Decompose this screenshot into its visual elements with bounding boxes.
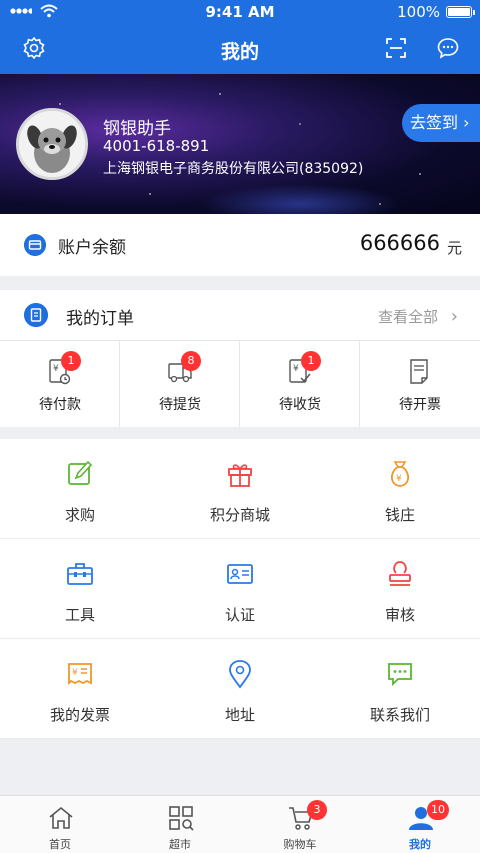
svg-text:¥: ¥: [293, 364, 299, 374]
order-doc-icon: [24, 303, 48, 327]
service-points-mall[interactable]: 积分商城: [160, 439, 320, 539]
balance-amount: 666666: [359, 231, 440, 255]
service-purchase-request[interactable]: 求购: [0, 439, 160, 539]
order-badge: 1: [301, 351, 321, 371]
service-contact-us[interactable]: 联系我们: [320, 639, 480, 739]
balance-unit: 元: [446, 239, 462, 257]
invoice-yen-icon: ¥: [68, 663, 92, 686]
service-label: 积分商城: [209, 506, 270, 524]
svg-text:¥: ¥: [72, 668, 78, 678]
balance-label: 账户余额: [58, 238, 126, 258]
avatar[interactable]: [16, 108, 88, 180]
chat-icon: [388, 663, 412, 687]
service-label: 求购: [64, 506, 95, 524]
tab-me[interactable]: 10 我的: [360, 796, 480, 853]
order-pending-payment[interactable]: ¥ 1 待付款: [0, 341, 120, 427]
tab-label: 超市: [169, 838, 191, 851]
chevron-right-icon: ›: [450, 306, 458, 327]
service-label: 我的发票: [49, 706, 110, 724]
market-icon: [169, 806, 194, 831]
order-badge: 8: [181, 351, 201, 371]
wallet-card-icon: [24, 234, 46, 256]
tab-market[interactable]: 超市: [120, 796, 240, 853]
service-label: 地址: [224, 706, 255, 724]
order-label: 待付款: [39, 397, 81, 413]
order-label: 待收货: [279, 397, 321, 413]
stamp-icon: [389, 561, 411, 586]
account-balance-row[interactable]: 账户余额 666666 元: [0, 214, 480, 276]
gift-icon: [228, 464, 252, 487]
svg-text:¥: ¥: [396, 474, 402, 484]
checkin-label: 去签到: [410, 113, 459, 132]
profile-header: 钢银助手 4001-618-891 上海钢银电子商务股份有限公司(835092)…: [0, 74, 480, 214]
view-all-label: 查看全部: [378, 308, 439, 326]
order-badge: 1: [61, 351, 81, 371]
tab-cart[interactable]: 3 购物车: [240, 796, 360, 853]
cart-badge: 3: [307, 800, 327, 820]
tab-label: 首页: [49, 838, 71, 851]
dog-avatar-icon: [19, 111, 85, 177]
nav-bar: 我的: [0, 24, 480, 74]
order-label: 待提货: [159, 397, 201, 413]
svg-text:¥: ¥: [53, 364, 59, 374]
service-label: 钱庄: [384, 506, 415, 524]
service-label: 工具: [64, 606, 95, 624]
chevron-right-icon: ›: [458, 113, 470, 132]
service-review[interactable]: 审核: [320, 539, 480, 639]
service-tools[interactable]: 工具: [0, 539, 160, 639]
view-all-link[interactable]: 查看全部 ›: [378, 306, 458, 327]
service-bank[interactable]: ¥ 钱庄: [320, 439, 480, 539]
order-pending-invoice[interactable]: 待开票: [360, 341, 480, 427]
battery-group: 100%: [397, 3, 475, 21]
service-label: 联系我们: [369, 706, 430, 724]
me-badge: 10: [427, 800, 449, 820]
battery-icon: [446, 6, 475, 18]
page-title: 我的: [220, 41, 259, 63]
order-pending-receipt[interactable]: ¥ 1 待收货: [240, 341, 360, 427]
service-address[interactable]: 地址: [160, 639, 320, 739]
edit-icon: [68, 460, 93, 485]
tab-label: 我的: [409, 838, 431, 851]
profile-company: 上海钢银电子商务股份有限公司(835092): [103, 161, 364, 177]
service-my-invoice[interactable]: ¥ 我的发票: [0, 639, 160, 739]
id-card-icon: [227, 564, 253, 584]
orders-title: 我的订单: [66, 309, 134, 329]
tab-home[interactable]: 首页: [0, 796, 120, 853]
my-orders-section: 我的订单 查看全部 › ¥ 1 待付款 8 待提货 ¥ 1 待收货 待开票: [0, 290, 480, 427]
message-icon[interactable]: [436, 36, 460, 60]
profile-name: 钢银助手: [103, 119, 171, 139]
orders-header[interactable]: 我的订单 查看全部 ›: [0, 290, 480, 341]
service-certification[interactable]: 认证: [160, 539, 320, 639]
service-label: 审核: [384, 606, 415, 624]
checkin-button[interactable]: 去签到 ›: [402, 104, 480, 142]
battery-percent: 100%: [397, 3, 440, 21]
toolbox-icon: [67, 563, 93, 585]
order-pending-pickup[interactable]: 8 待提货: [120, 341, 240, 427]
tab-label: 购物车: [283, 838, 317, 851]
service-label: 认证: [224, 606, 255, 624]
invoice-icon: [410, 359, 428, 384]
order-label: 待开票: [399, 397, 441, 413]
profile-phone[interactable]: 4001-618-891: [103, 137, 209, 155]
location-pin-icon: [229, 660, 251, 689]
tab-bar: 首页 超市 3 购物车 10 我的: [0, 795, 480, 853]
status-bar: 9:41 AM 100%: [0, 0, 480, 24]
money-bag-icon: ¥: [390, 461, 410, 487]
scan-icon[interactable]: [384, 36, 408, 60]
services-grid: 求购 积分商城 ¥ 钱庄 工具 认证 审核 ¥ 我的发票 地址 联系我们: [0, 439, 480, 739]
home-icon: [49, 806, 73, 829]
